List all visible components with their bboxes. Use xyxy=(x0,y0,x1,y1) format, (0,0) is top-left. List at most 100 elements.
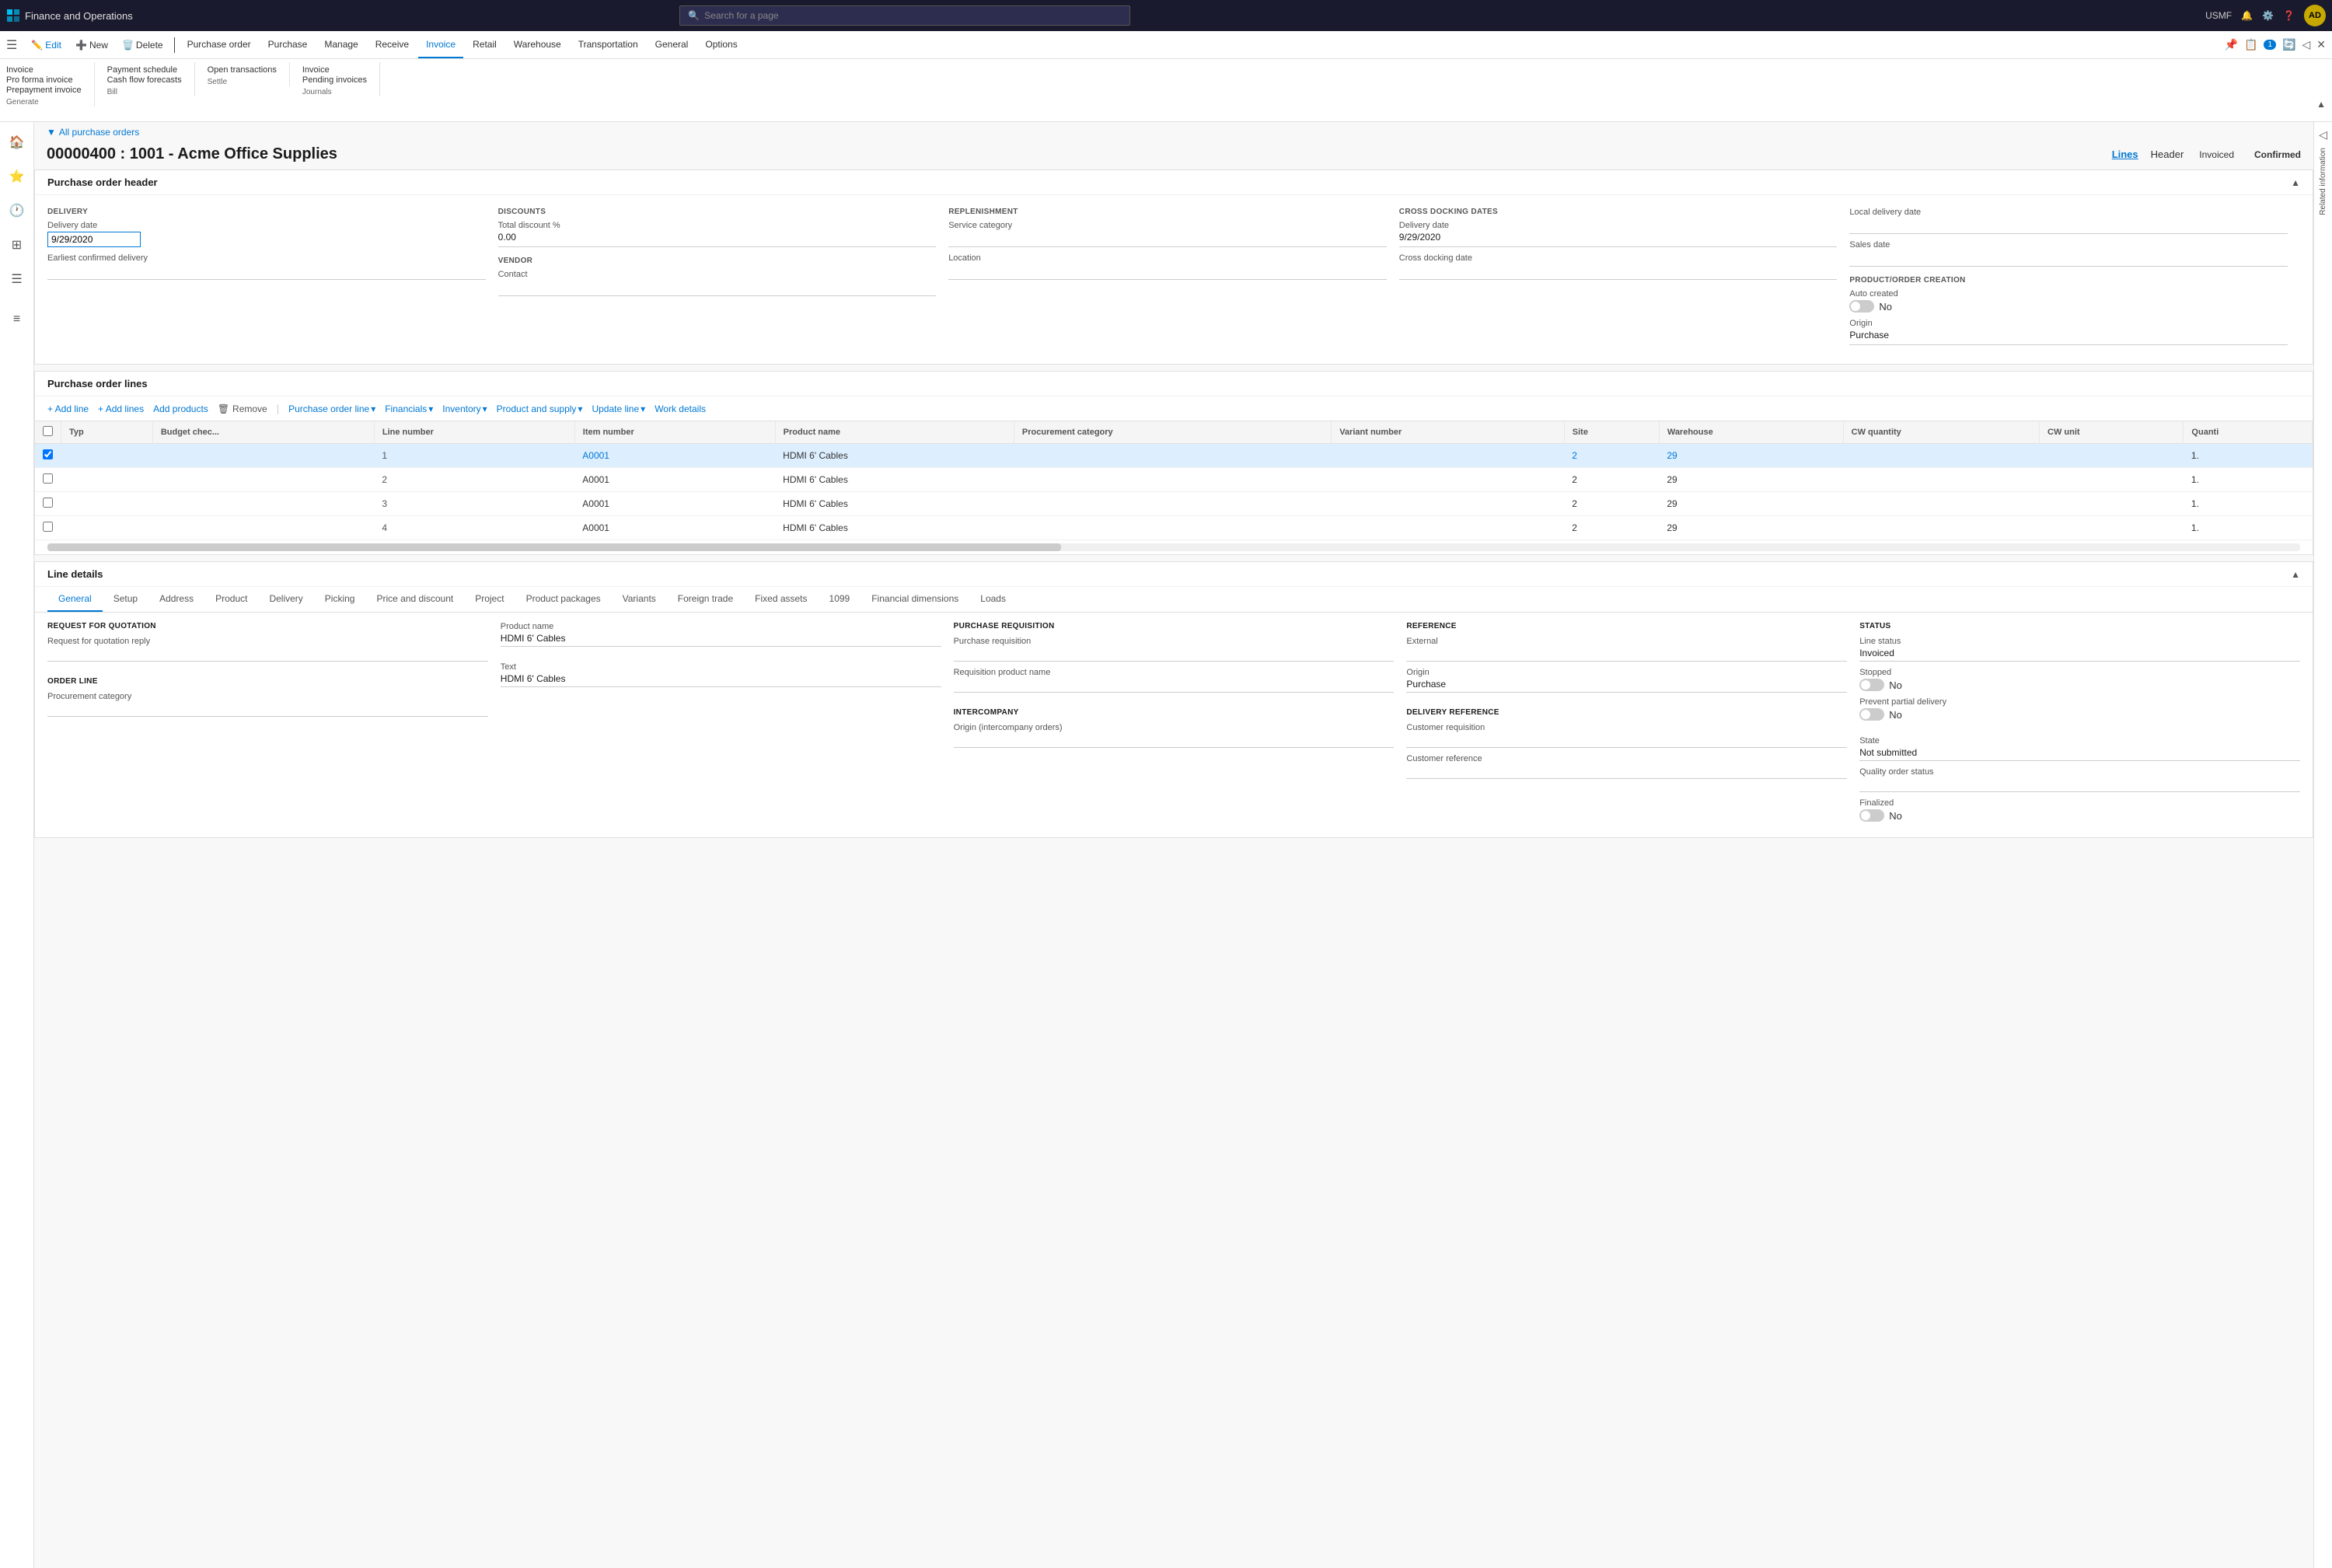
new-button[interactable]: ➕ New xyxy=(69,37,114,53)
sidebar-star[interactable]: ⭐ xyxy=(3,162,31,190)
tab-foreign-trade[interactable]: Foreign trade xyxy=(667,587,744,612)
finalized-switch[interactable] xyxy=(1859,809,1884,822)
tab-manage[interactable]: Manage xyxy=(316,31,365,58)
pending-invoices-action[interactable]: Pending invoices xyxy=(302,75,367,85)
close-icon[interactable]: ✕ xyxy=(2316,38,2326,51)
row-item-number[interactable]: A0001 xyxy=(574,468,775,492)
update-line-dropdown[interactable]: Update line ▾ xyxy=(592,403,645,414)
prepayment-action[interactable]: Prepayment invoice xyxy=(6,86,82,95)
tab-loads[interactable]: Loads xyxy=(969,587,1017,612)
right-panel-expand[interactable]: ◁ xyxy=(2319,128,2327,141)
edit-button[interactable]: ✏️ Edit xyxy=(25,37,68,53)
search-input[interactable] xyxy=(704,10,1122,21)
invoice-action[interactable]: Invoice xyxy=(6,65,33,75)
ribbon-collapse-icon[interactable]: ▲ xyxy=(2316,99,2326,110)
tab-general[interactable]: General xyxy=(47,587,103,612)
inventory-dropdown[interactable]: Inventory ▾ xyxy=(442,403,487,414)
pin-icon[interactable]: 📌 xyxy=(2225,38,2238,51)
line-status-value: Invoiced xyxy=(1859,648,2300,662)
tab-options[interactable]: Options xyxy=(697,31,745,58)
row-checkbox[interactable] xyxy=(35,468,61,492)
stopped-switch[interactable] xyxy=(1859,679,1884,691)
tab-financial-dimensions[interactable]: Financial dimensions xyxy=(861,587,969,612)
proforma-action[interactable]: Pro forma invoice xyxy=(6,75,73,85)
sidebar-filter[interactable]: ≡ xyxy=(3,306,31,334)
table-row[interactable]: 3 A0001 HDMI 6' Cables 2 29 1. xyxy=(35,492,2313,516)
delete-button[interactable]: 🗑️ Delete xyxy=(116,37,169,53)
sidebar-recent[interactable]: 🕐 xyxy=(3,197,31,225)
row-item-number[interactable]: A0001 xyxy=(574,444,775,468)
scrollbar-thumb[interactable] xyxy=(47,543,1061,551)
tab-project[interactable]: Project xyxy=(464,587,515,612)
tab-setup[interactable]: Setup xyxy=(103,587,148,612)
table-row[interactable]: 2 A0001 HDMI 6' Cables 2 29 1. xyxy=(35,468,2313,492)
help-icon[interactable]: ❓ xyxy=(2283,10,2295,21)
tab-purchase-order[interactable]: Purchase order xyxy=(180,31,259,58)
tab-receive[interactable]: Receive xyxy=(368,31,417,58)
table-row[interactable]: 1 A0001 HDMI 6' Cables 2 29 1. xyxy=(35,444,2313,468)
sidebar-home[interactable]: 🏠 xyxy=(3,128,31,156)
prevent-partial-toggle[interactable]: No xyxy=(1859,708,2300,721)
cashflow-action[interactable]: Cash flow forecasts xyxy=(107,75,182,85)
work-details-button[interactable]: Work details xyxy=(655,403,706,414)
payment-schedule-action[interactable]: Payment schedule xyxy=(107,65,178,75)
tab-general[interactable]: General xyxy=(648,31,696,58)
tab-price-discount[interactable]: Price and discount xyxy=(365,587,464,612)
add-products-button[interactable]: Add products xyxy=(153,403,208,414)
journals-invoice-action[interactable]: Invoice xyxy=(302,65,330,75)
back-icon[interactable]: ◁ xyxy=(2302,38,2310,51)
tab-1099[interactable]: 1099 xyxy=(819,587,861,612)
add-lines-button[interactable]: + Add lines xyxy=(98,403,144,414)
tab-product-packages[interactable]: Product packages xyxy=(515,587,612,612)
purchase-order-line-dropdown[interactable]: Purchase order line ▾ xyxy=(288,403,375,414)
finalized-toggle[interactable]: No xyxy=(1859,809,2300,822)
auto-created-toggle[interactable]: No xyxy=(1849,300,2288,313)
financials-dropdown[interactable]: Financials ▾ xyxy=(385,403,433,414)
row-checkbox[interactable] xyxy=(35,516,61,540)
app-name: Finance and Operations xyxy=(25,10,133,22)
table-hscrollbar[interactable] xyxy=(35,540,2313,554)
sidebar-list[interactable]: ☰ xyxy=(3,265,31,293)
tab-variants[interactable]: Variants xyxy=(612,587,667,612)
sidebar-grid[interactable]: ⊞ xyxy=(3,231,31,259)
lines-nav-link[interactable]: Lines xyxy=(2112,148,2138,160)
tab-product[interactable]: Product xyxy=(204,587,258,612)
section-header-line-details[interactable]: Line details ▲ xyxy=(35,562,2313,587)
tab-address[interactable]: Address xyxy=(148,587,204,612)
tab-transportation[interactable]: Transportation xyxy=(571,31,646,58)
search-bar[interactable]: 🔍 xyxy=(679,5,1130,26)
usmf-label[interactable]: USMF xyxy=(2205,10,2232,21)
select-all-checkbox[interactable] xyxy=(43,426,53,436)
refresh-icon[interactable]: 🔄 xyxy=(2282,38,2295,51)
row-item-number[interactable]: A0001 xyxy=(574,492,775,516)
tab-delivery[interactable]: Delivery xyxy=(258,587,313,612)
user-avatar[interactable]: AD xyxy=(2304,5,2326,26)
auto-created-switch[interactable] xyxy=(1849,300,1874,313)
table-row[interactable]: 4 A0001 HDMI 6' Cables 2 29 1. xyxy=(35,516,2313,540)
tab-warehouse[interactable]: Warehouse xyxy=(506,31,569,58)
notification-icon[interactable]: 🔔 xyxy=(2241,10,2253,21)
tab-purchase[interactable]: Purchase xyxy=(260,31,316,58)
settings-icon[interactable]: ⚙️ xyxy=(2262,10,2274,21)
header-nav-link[interactable]: Header xyxy=(2151,148,2184,160)
tab-invoice[interactable]: Invoice xyxy=(418,31,463,58)
delivery-date-input[interactable] xyxy=(47,232,141,247)
remove-button[interactable]: 🗑 Remove xyxy=(218,403,267,414)
section-header-lines[interactable]: Purchase order lines xyxy=(35,372,2313,396)
section-header-purchase-order[interactable]: Purchase order header ▲ xyxy=(35,170,2313,195)
row-checkbox[interactable] xyxy=(35,444,61,468)
stopped-toggle[interactable]: No xyxy=(1859,679,2300,691)
add-line-button[interactable]: + Add line xyxy=(47,403,89,414)
tab-picking[interactable]: Picking xyxy=(314,587,366,612)
tab-fixed-assets[interactable]: Fixed assets xyxy=(744,587,818,612)
hamburger-icon[interactable]: ☰ xyxy=(6,37,17,53)
tab-retail[interactable]: Retail xyxy=(465,31,504,58)
row-checkbox[interactable] xyxy=(35,492,61,516)
product-supply-dropdown[interactable]: Product and supply ▾ xyxy=(497,403,583,414)
open-transactions-action[interactable]: Open transactions xyxy=(208,65,277,75)
row-item-number[interactable]: A0001 xyxy=(574,516,775,540)
prevent-partial-switch[interactable] xyxy=(1859,708,1884,721)
copy-icon[interactable]: 📋 xyxy=(2244,38,2257,51)
breadcrumb-link[interactable]: All purchase orders xyxy=(59,127,139,138)
badge-icon[interactable]: 1 xyxy=(2264,40,2276,50)
